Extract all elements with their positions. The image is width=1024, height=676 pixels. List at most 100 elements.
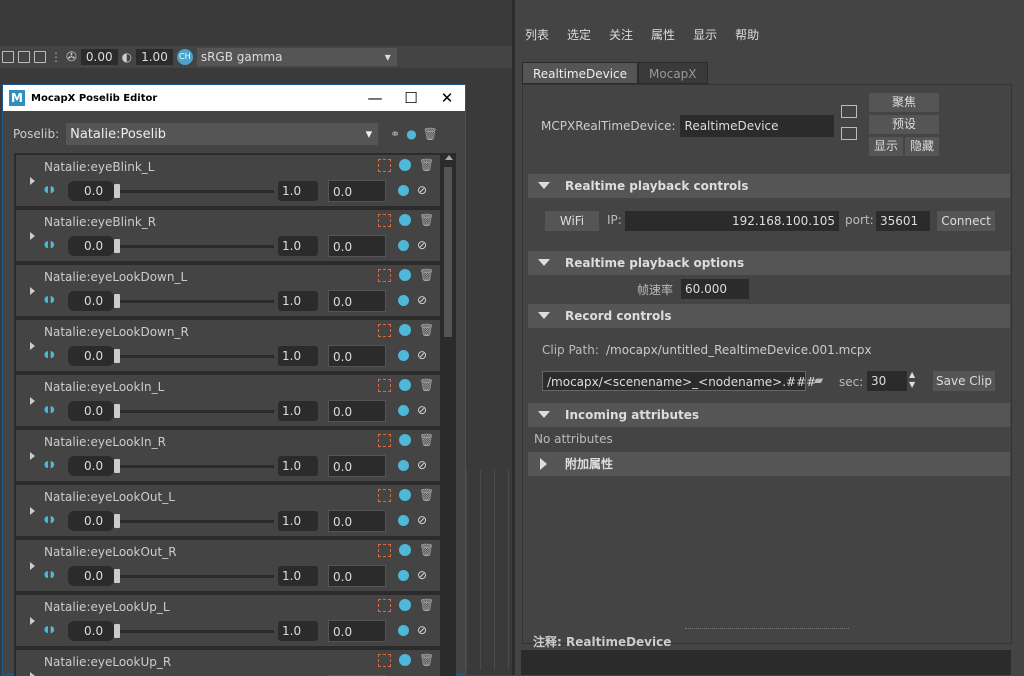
hide-button[interactable]: 隐藏 <box>905 137 939 156</box>
presets-button[interactable]: 预设 <box>869 115 939 134</box>
reset-pose-icon[interactable]: ⊘ <box>417 623 427 637</box>
max-value-field[interactable]: 1.0 <box>278 401 318 421</box>
color-management-icon[interactable]: CH <box>176 49 193 65</box>
update-pose-icon[interactable] <box>399 654 411 666</box>
reset-pose-icon[interactable]: ⊘ <box>417 458 427 472</box>
current-value-field[interactable]: 0.0 <box>328 290 386 312</box>
focus-button[interactable]: 聚焦 <box>869 93 939 112</box>
maximize-icon[interactable]: ☐ <box>393 85 429 111</box>
weight-slider-handle[interactable] <box>114 514 120 528</box>
trash-icon[interactable]: 🗑 <box>419 653 434 667</box>
expand-icon[interactable] <box>30 232 35 240</box>
min-value-field[interactable]: 0.0 <box>68 456 114 476</box>
current-value-field[interactable]: 0.0 <box>328 565 386 587</box>
notes-field[interactable] <box>521 650 1011 675</box>
key-pose-icon[interactable] <box>398 185 409 196</box>
trash-icon[interactable]: 🗑 <box>419 378 434 392</box>
select-controls-icon[interactable] <box>378 654 391 667</box>
select-controls-icon[interactable] <box>378 599 391 612</box>
list-item[interactable]: Natalie:eyeLookUp_L 🗑 ◖◗ 0.0 1.0 0.0 ⊘ <box>16 595 440 648</box>
expand-icon[interactable] <box>30 452 35 460</box>
weight-slider-track[interactable] <box>116 355 274 358</box>
reset-pose-icon[interactable]: ⊘ <box>417 293 427 307</box>
clip-pattern-field[interactable]: /mocapx/<scenename>_<nodename>.### <box>542 371 816 391</box>
min-value-field[interactable]: 0.0 <box>68 566 114 586</box>
max-value-field[interactable]: 1.0 <box>278 456 318 476</box>
select-controls-icon[interactable] <box>378 544 391 557</box>
update-pose-icon[interactable] <box>399 214 411 226</box>
section-incoming-attributes[interactable]: Incoming attributes <box>528 403 1010 427</box>
update-pose-icon[interactable] <box>399 544 411 556</box>
reset-pose-icon[interactable]: ⊘ <box>417 238 427 252</box>
min-value-field[interactable]: 0.0 <box>68 181 114 201</box>
trash-icon[interactable]: 🗑 <box>419 323 434 337</box>
list-item[interactable]: Natalie:eyeLookIn_R 🗑 ◖◗ 0.0 1.0 0.0 ⊘ <box>16 430 440 483</box>
weight-slider-track[interactable] <box>116 245 274 248</box>
expand-icon[interactable] <box>30 342 35 350</box>
expand-icon[interactable] <box>30 507 35 515</box>
update-pose-icon[interactable] <box>399 489 411 501</box>
trash-icon[interactable]: 🗑 <box>419 268 434 282</box>
reset-pose-icon[interactable]: ⊘ <box>417 348 427 362</box>
list-item[interactable]: Natalie:eyeBlink_R 🗑 ◖◗ 0.0 1.0 0.0 ⊘ <box>16 210 440 263</box>
select-controls-icon[interactable] <box>378 269 391 282</box>
weight-slider-track[interactable] <box>116 465 274 468</box>
trash-icon[interactable]: 🗑 <box>419 158 434 172</box>
select-controls-icon[interactable] <box>378 489 391 502</box>
select-controls-icon[interactable] <box>378 434 391 447</box>
ip-field[interactable]: 192.168.100.105 <box>625 211 839 231</box>
list-item[interactable]: Natalie:eyeLookUp_R🗑◖◗⊘ <box>16 650 440 676</box>
sec-stepper[interactable]: ▲ ▼ <box>909 370 915 390</box>
link-icon[interactable]: ⚭ <box>390 127 400 141</box>
current-value-field[interactable]: 0.0 <box>328 455 386 477</box>
current-value-field[interactable]: 0.0 <box>328 510 386 532</box>
port-field[interactable]: 35601 <box>876 211 930 231</box>
max-value-field[interactable]: 1.0 <box>278 181 318 201</box>
update-pose-icon[interactable] <box>399 434 411 446</box>
max-value-field[interactable]: 1.0 <box>278 291 318 311</box>
key-pose-icon[interactable] <box>398 240 409 251</box>
minimize-icon[interactable]: — <box>357 85 393 111</box>
gamma-value[interactable]: 1.00 <box>136 49 173 65</box>
list-item[interactable]: Natalie:eyeLookOut_R 🗑 ◖◗ 0.0 1.0 0.0 ⊘ <box>16 540 440 593</box>
weight-slider-handle[interactable] <box>114 184 120 198</box>
weight-slider-track[interactable] <box>116 410 274 413</box>
weight-slider-handle[interactable] <box>114 294 120 308</box>
trash-icon[interactable]: 🗑 <box>419 433 434 447</box>
save-clip-button[interactable]: Save Clip <box>933 371 995 391</box>
current-value-field[interactable]: 0.0 <box>328 620 386 642</box>
update-pose-icon[interactable] <box>399 599 411 611</box>
scroll-up-icon[interactable] <box>445 155 453 160</box>
max-value-field[interactable]: 1.0 <box>278 511 318 531</box>
input-connection-icon[interactable] <box>841 105 857 118</box>
expand-icon[interactable] <box>30 617 35 625</box>
section-extra-attributes[interactable]: 附加属性 <box>528 452 1010 476</box>
weight-slider-handle[interactable] <box>114 239 120 253</box>
weight-slider-handle[interactable] <box>114 404 120 418</box>
weight-slider-handle[interactable] <box>114 459 120 473</box>
select-controls-icon[interactable] <box>378 214 391 227</box>
connect-button[interactable]: Connect <box>937 211 995 231</box>
exposure-icon[interactable]: ✇ <box>66 50 77 65</box>
key-pose-icon[interactable] <box>398 350 409 361</box>
min-value-field[interactable]: 0.0 <box>68 511 114 531</box>
sec-field[interactable]: 30 <box>867 371 907 391</box>
weight-slider-track[interactable] <box>116 520 274 523</box>
weight-slider-track[interactable] <box>116 630 274 633</box>
section-playback-options[interactable]: Realtime playback options <box>528 251 1010 275</box>
weight-slider-track[interactable] <box>116 190 274 193</box>
folder-icon[interactable]: ▰ <box>814 373 823 387</box>
reset-pose-icon[interactable]: ⊘ <box>417 183 427 197</box>
min-value-field[interactable]: 0.0 <box>68 291 114 311</box>
key-pose-icon[interactable] <box>398 405 409 416</box>
weight-slider-handle[interactable] <box>114 569 120 583</box>
weight-slider-track[interactable] <box>116 575 274 578</box>
colorspace-select[interactable]: sRGB gamma ▾ <box>196 48 397 66</box>
update-pose-icon[interactable] <box>399 269 411 281</box>
max-value-field[interactable]: 1.0 <box>278 621 318 641</box>
update-pose-icon[interactable] <box>399 324 411 336</box>
reset-pose-icon[interactable]: ⊘ <box>417 513 427 527</box>
list-item[interactable]: Natalie:eyeLookOut_L 🗑 ◖◗ 0.0 1.0 0.0 ⊘ <box>16 485 440 538</box>
select-controls-icon[interactable] <box>378 324 391 337</box>
key-pose-icon[interactable] <box>398 295 409 306</box>
